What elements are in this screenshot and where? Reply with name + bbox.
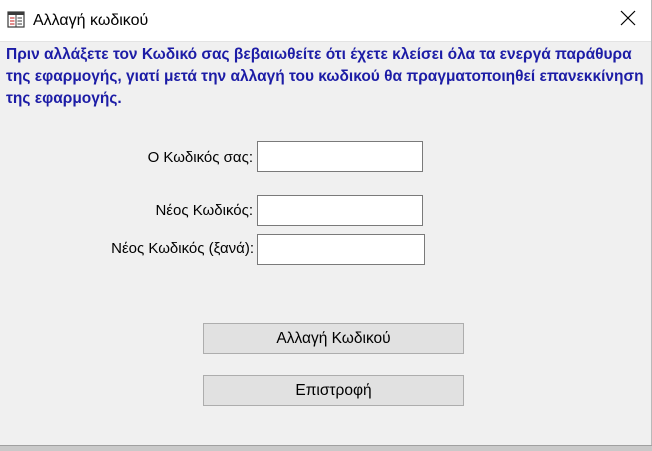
back-button[interactable]: Επιστροφή [203,375,464,406]
close-button[interactable] [605,0,651,41]
current-password-label: Ο Κωδικός σας: [147,149,253,166]
window-bottom-edge [0,445,652,451]
confirm-password-label: Νέος Κωδικός (ξανά): [111,240,254,257]
window-title: Αλλαγή κωδικού [33,12,149,29]
change-password-dialog: Αλλαγή κωδικού Πριν αλλάξετε τον Κωδικό … [0,0,652,451]
title-bar: Αλλαγή κωδικού [0,0,651,42]
app-form-icon [7,11,25,29]
close-icon [620,10,636,31]
warning-message: Πριν αλλάξετε τον Κωδικό σας βεβαιωθείτε… [6,46,644,107]
change-password-button[interactable]: Αλλαγή Κωδικού [203,323,464,354]
new-password-input[interactable] [257,195,423,226]
confirm-password-input[interactable] [257,234,425,265]
current-password-input[interactable] [257,141,423,172]
new-password-label: Νέος Κωδικός: [155,202,253,219]
